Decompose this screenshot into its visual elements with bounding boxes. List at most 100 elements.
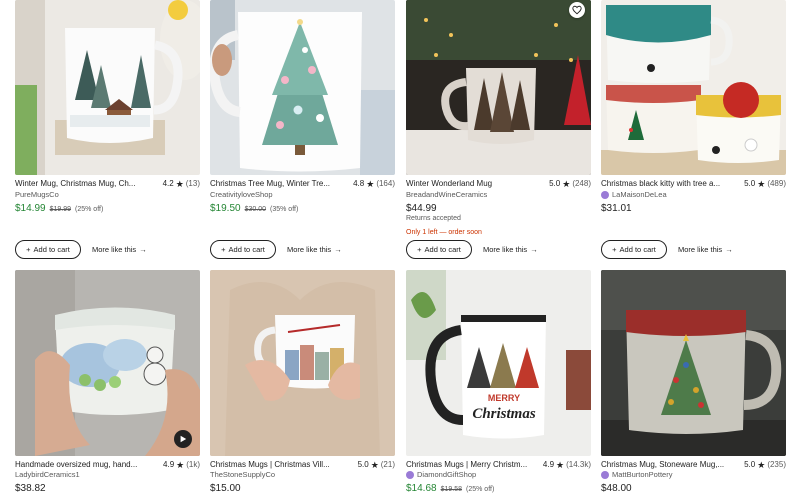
more-like-this-link[interactable]: More like this → <box>483 240 538 259</box>
shop-name-label: BreadandWineCeramics <box>406 190 488 199</box>
review-count: (1k) <box>186 460 200 469</box>
listing-rating: 5.0 ★ (489) <box>744 178 786 190</box>
add-to-cart-button[interactable]: + Add to cart <box>406 240 472 259</box>
listing-image[interactable] <box>15 270 200 456</box>
review-count: (235) <box>767 460 786 469</box>
listing-title-row: Christmas Tree Mug, Winter Tre... 4.8 ★ … <box>210 178 395 190</box>
add-to-cart-label: Add to cart <box>228 245 265 254</box>
shop-name[interactable]: DiamondGiftShop <box>406 470 476 480</box>
listing-image[interactable] <box>210 0 395 175</box>
shop-name-label: TheStoneSupplyCo <box>210 470 276 479</box>
add-to-cart-button[interactable]: + Add to cart <box>210 240 276 259</box>
rating-value: 5.0 <box>549 179 561 188</box>
shop-name[interactable]: LadybirdCeramics1 <box>15 470 80 480</box>
current-price: $19.50 <box>210 203 241 214</box>
discount-label: (35% off) <box>270 206 299 213</box>
price-row: $19.50 $30.00 (35% off) <box>210 202 298 216</box>
shop-name[interactable]: CreativityloveShop <box>210 190 273 200</box>
listing-image[interactable] <box>601 270 786 456</box>
play-video-button[interactable] <box>174 430 192 448</box>
listing-title-row: Winter Mug, Christmas Mug, Ch... 4.2 ★ (… <box>15 178 200 190</box>
price-row: $31.01 <box>601 202 632 215</box>
shop-name[interactable]: BreadandWineCeramics <box>406 190 487 200</box>
add-to-cart-button[interactable]: + Add to cart <box>601 240 667 259</box>
discount-label: (25% off) <box>466 486 495 493</box>
star-icon: ★ <box>757 179 766 189</box>
star-icon: ★ <box>757 460 766 470</box>
shop-name-label: PureMugsCo <box>15 190 59 199</box>
current-price: $15.00 <box>210 483 241 494</box>
plus-icon: + <box>612 245 617 254</box>
plus-icon: + <box>221 245 226 254</box>
listing-rating: 5.0 ★ (235) <box>744 459 786 471</box>
listing-image[interactable] <box>406 0 591 175</box>
review-count: (21) <box>380 460 395 469</box>
price-row: $14.99 $19.99 (25% off) <box>15 202 103 216</box>
shop-name-label: DiamondGiftShop <box>417 470 477 479</box>
arrow-right-icon: → <box>334 245 342 254</box>
add-to-cart-label: Add to cart <box>424 245 461 254</box>
more-like-this-link[interactable]: More like this → <box>678 240 733 259</box>
more-like-this-link[interactable]: More like this → <box>287 240 342 259</box>
shop-name-label: MattBurtonPottery <box>612 470 673 479</box>
mug-text-christmas: Christmas <box>472 406 536 422</box>
more-like-this-label: More like this <box>92 245 137 254</box>
mug-text-merry: MERRY <box>488 393 520 403</box>
shop-name-label: LaMaisonDeLea <box>612 190 667 199</box>
listing-title-row: Christmas black kitty with tree a... 5.0… <box>601 178 786 190</box>
arrow-right-icon: → <box>725 245 733 254</box>
star-icon: ★ <box>562 179 571 189</box>
listing-title[interactable]: Winter Wonderland Mug <box>406 178 549 190</box>
rating-value: 4.9 <box>542 460 555 469</box>
add-to-cart-label: Add to cart <box>619 245 656 254</box>
star-icon: ★ <box>176 460 185 470</box>
listing-title[interactable]: Winter Mug, Christmas Mug, Ch... <box>15 178 163 190</box>
listing-rating: 5.0 ★ (21) <box>358 459 395 471</box>
current-price: $14.99 <box>15 203 46 214</box>
review-count: (164) <box>376 179 395 188</box>
review-count: (248) <box>572 179 591 188</box>
rating-value: 4.9 <box>163 460 175 469</box>
listing-rating: 4.2 ★ (13) <box>163 178 200 190</box>
review-count: (14.3k) <box>566 460 591 469</box>
star-seller-badge-icon <box>601 191 609 199</box>
review-count: (489) <box>767 179 786 188</box>
favorite-button[interactable] <box>569 2 585 18</box>
original-price: $30.00 <box>244 206 267 213</box>
arrow-right-icon: → <box>139 245 147 254</box>
rating-value: 5.0 <box>744 460 756 469</box>
current-price: $14.68 <box>406 483 437 494</box>
play-icon <box>180 435 187 443</box>
more-like-this-label: More like this <box>483 245 528 254</box>
star-icon: ★ <box>556 460 565 470</box>
original-price: $19.58 <box>440 486 463 493</box>
listing-rating: 4.9 ★ (14.3k) <box>543 459 591 471</box>
shop-name[interactable]: LaMaisonDeLea <box>601 190 667 200</box>
listing-rating: 5.0 ★ (248) <box>549 178 591 190</box>
listing-title-row: Winter Wonderland Mug 5.0 ★ (248) <box>406 178 591 190</box>
plus-icon: + <box>26 245 31 254</box>
arrow-right-icon: → <box>530 245 538 254</box>
price-row: $48.00 <box>601 482 632 495</box>
returns-note: Returns accepted <box>406 215 461 222</box>
plus-icon: + <box>417 245 422 254</box>
shop-name[interactable]: PureMugsCo <box>15 190 59 200</box>
add-to-cart-button[interactable]: + Add to cart <box>15 240 81 259</box>
star-seller-badge-icon <box>406 471 414 479</box>
heart-icon <box>572 5 582 15</box>
current-price: $48.00 <box>601 483 632 494</box>
discount-label: (25% off) <box>75 206 104 213</box>
listing-title[interactable]: Christmas Tree Mug, Winter Tre... <box>210 178 353 190</box>
price-row: $15.00 <box>210 482 241 495</box>
rating-value: 5.0 <box>357 460 369 469</box>
listing-image[interactable] <box>210 270 395 456</box>
listing-image[interactable] <box>15 0 200 175</box>
listing-title[interactable]: Christmas black kitty with tree a... <box>601 178 744 190</box>
shop-name[interactable]: MattBurtonPottery <box>601 470 672 480</box>
listing-image[interactable] <box>601 0 786 175</box>
more-like-this-link[interactable]: More like this → <box>92 240 147 259</box>
listing-image[interactable]: MERRY Christmas <box>406 270 591 456</box>
more-like-this-label: More like this <box>287 245 332 254</box>
star-icon: ★ <box>370 460 379 470</box>
shop-name[interactable]: TheStoneSupplyCo <box>210 470 275 480</box>
